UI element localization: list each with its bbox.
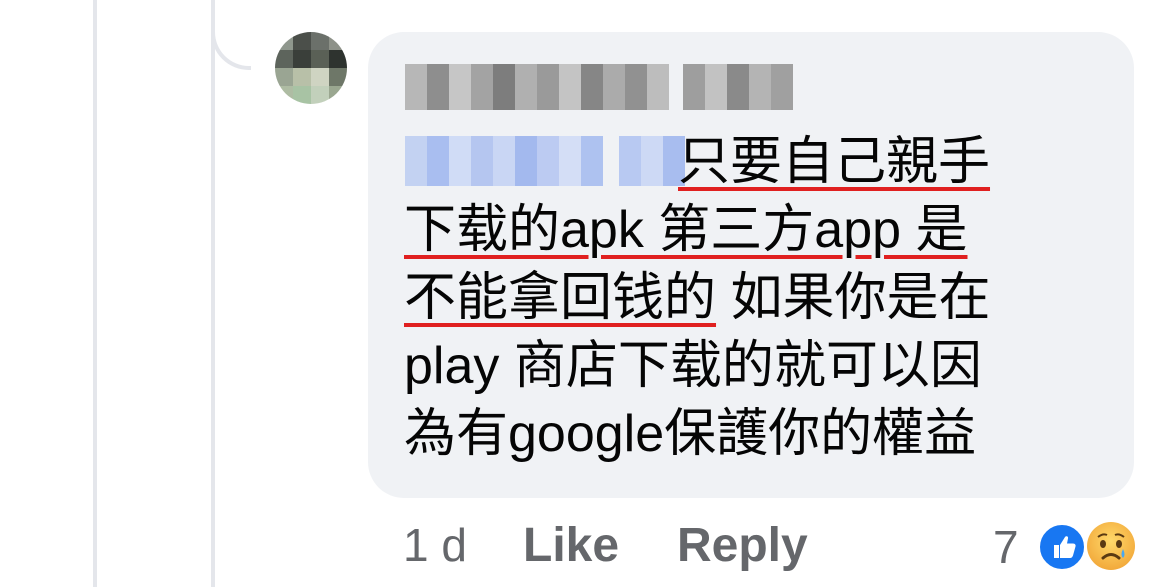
sad-face-icon[interactable]: [1085, 520, 1137, 572]
thread-line-outer: [93, 0, 97, 587]
comment-age[interactable]: 1 d: [403, 518, 467, 572]
like-icon[interactable]: [1037, 522, 1087, 572]
comment-text: 只要自己親手 下载的apk 第三方app 是 不能拿回钱的 如果你是在 play…: [404, 128, 1104, 468]
comment-line-5: 為有google保護你的權益: [404, 405, 977, 463]
thread-line-inner: [211, 0, 215, 587]
thread-connector: [211, 0, 251, 70]
comment-line-2: 下载的apk 第三方app 是: [404, 201, 968, 259]
comment-line-1: 只要自己親手: [678, 133, 991, 191]
author-name-redacted[interactable]: [405, 64, 793, 110]
avatar[interactable]: [275, 32, 347, 104]
reaction-count[interactable]: 7: [993, 520, 1019, 574]
like-button[interactable]: Like: [523, 518, 619, 573]
reply-button[interactable]: Reply: [677, 518, 808, 573]
comment-line-4: play 商店下载的就可以因: [404, 337, 982, 395]
comment-line-3: 不能拿回钱的 如果你是在: [404, 269, 991, 327]
